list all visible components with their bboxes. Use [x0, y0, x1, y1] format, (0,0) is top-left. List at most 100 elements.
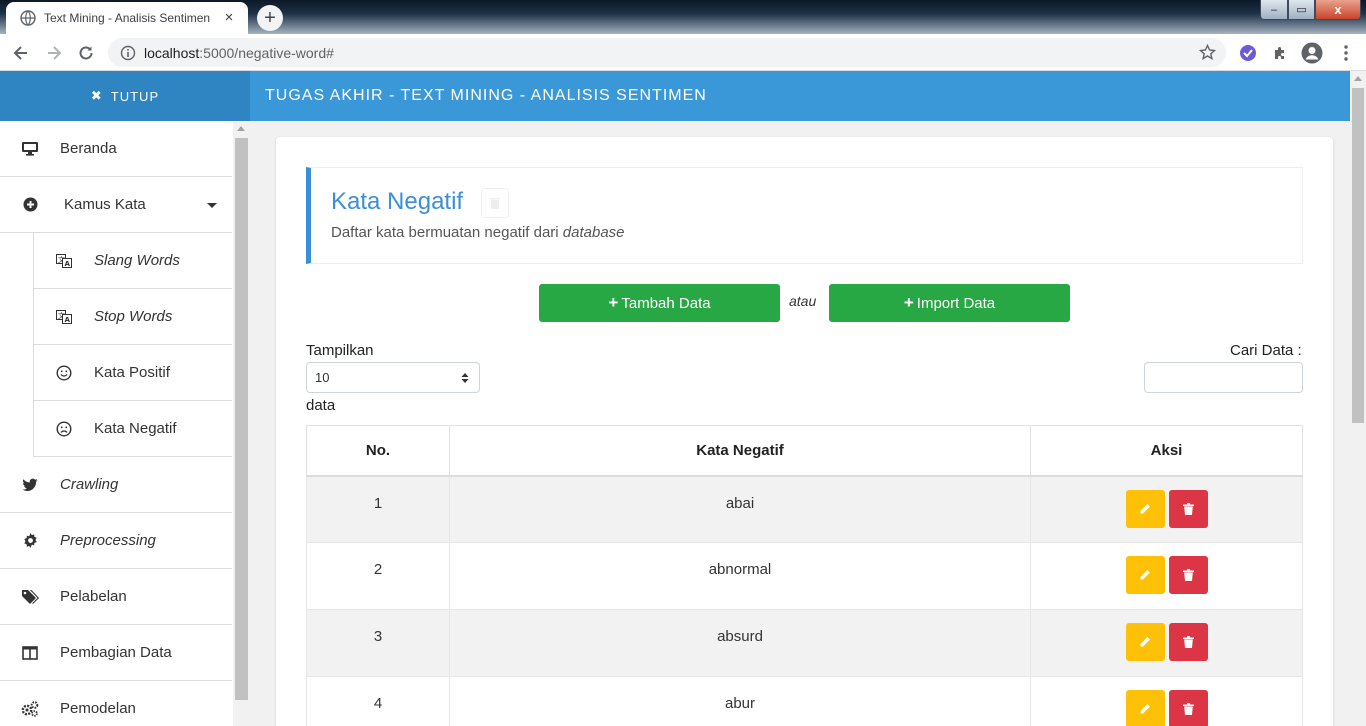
app-header: ✖ TUTUP TUGAS AKHIR - TEXT MINING - ANAL… — [0, 71, 1350, 121]
gear-icon — [20, 531, 40, 551]
scroll-up-icon[interactable] — [1354, 76, 1362, 81]
table-row: 2 abnormal — [306, 542, 1303, 610]
column-header-word[interactable]: Kata Negatif — [449, 425, 1031, 477]
row-actions — [1030, 609, 1303, 677]
columns-icon — [20, 643, 40, 663]
page-title: Kata Negatif — [331, 188, 464, 215]
delete-button[interactable] — [1168, 556, 1208, 594]
entries-select[interactable]: 10 — [306, 362, 480, 393]
sidebar-item-beranda[interactable]: Beranda — [0, 121, 232, 177]
window-minimize-button[interactable]: – — [1260, 0, 1288, 20]
arrow-left-icon — [13, 46, 27, 60]
sidebar-item-label: Kata Positif — [94, 364, 170, 381]
pencil-icon — [1140, 704, 1150, 714]
bookmark-star-icon[interactable] — [1199, 44, 1216, 61]
row-number: 4 — [306, 676, 450, 726]
sidebar-item-kata-positif[interactable]: Kata Positif — [33, 345, 232, 401]
sidebar-item-preprocessing[interactable]: Preprocessing — [0, 513, 232, 569]
twitter-icon — [20, 475, 40, 495]
sidebar-item-label: Pelabelan — [60, 588, 127, 605]
trash-icon — [1182, 703, 1194, 715]
sidebar-item-label: Beranda — [60, 140, 117, 157]
plus-icon: + — [903, 293, 914, 312]
globe-icon — [20, 10, 36, 26]
main-scroll-thumb[interactable] — [1352, 88, 1364, 423]
window-close-button[interactable]: x — [1315, 0, 1361, 20]
or-label: atau — [789, 293, 817, 309]
trash-icon — [1182, 502, 1194, 515]
row-number: 2 — [306, 542, 450, 610]
column-header-no[interactable]: No. — [306, 425, 450, 477]
desktop-icon — [20, 139, 40, 159]
extension-check-icon[interactable] — [1235, 40, 1261, 66]
trash-icon — [481, 188, 509, 218]
edit-button[interactable] — [1125, 489, 1165, 528]
sidebar-scroll-thumb[interactable] — [235, 138, 248, 700]
page-subtitle: Daftar kata bermuatan negatif dari datab… — [331, 224, 625, 241]
sidebar-item-pembagian-data[interactable]: Pembagian Data — [0, 625, 232, 681]
forward-button[interactable] — [41, 40, 67, 66]
menu-dots-icon[interactable] — [1333, 40, 1359, 66]
translate-icon: 文A — [54, 251, 74, 271]
profile-avatar-icon[interactable] — [1299, 40, 1325, 66]
sidebar-item-label: Kamus Kata — [64, 196, 146, 213]
extensions-puzzle-icon[interactable] — [1267, 40, 1293, 66]
edit-button[interactable] — [1125, 556, 1165, 594]
svg-text:A: A — [65, 316, 71, 324]
address-bar[interactable]: localhost:5000/negative-word# — [108, 38, 1226, 67]
close-icon: ✖ — [90, 88, 103, 103]
info-icon[interactable] — [120, 45, 136, 61]
trash-icon — [1182, 636, 1194, 648]
sidebar-item-label: Pembagian Data — [60, 644, 172, 661]
main-scrollbar[interactable] — [1350, 71, 1366, 726]
reload-button[interactable] — [73, 40, 99, 66]
row-actions — [1030, 475, 1303, 543]
delete-button[interactable] — [1168, 489, 1208, 528]
sidebar-item-label: Preprocessing — [60, 532, 156, 549]
sidebar-scrollbar[interactable] — [233, 121, 250, 726]
row-actions — [1030, 676, 1303, 726]
show-entries-label: Tampilkan — [306, 342, 374, 359]
sidebar-item-crawling[interactable]: Crawling — [0, 457, 232, 513]
window-maximize-button[interactable]: ▭ — [1288, 0, 1315, 20]
data-table: No. Kata Negatif Aksi 1 abai 2 abnormal … — [306, 425, 1303, 726]
pencil-icon — [1140, 570, 1150, 580]
tab-close-icon[interactable]: × — [220, 9, 238, 27]
tags-icon — [20, 587, 40, 607]
browser-tab[interactable]: Text Mining - Analisis Sentimen × — [6, 2, 248, 34]
close-sidebar-button[interactable]: ✖ TUTUP — [0, 71, 250, 121]
sidebar-item-slang-words[interactable]: 文A Slang Words — [33, 233, 232, 289]
sidebar-item-label: Stop Words — [94, 308, 173, 325]
reload-icon — [79, 46, 93, 60]
delete-button[interactable] — [1168, 690, 1208, 726]
sidebar-item-kata-negatif[interactable]: Kata Negatif — [33, 401, 232, 457]
edit-button[interactable] — [1125, 623, 1165, 661]
sidebar-item-stop-words[interactable]: 文A Stop Words — [33, 289, 232, 345]
arrow-right-icon — [48, 46, 62, 60]
search-input[interactable] — [1144, 362, 1303, 393]
close-sidebar-label: TUTUP — [110, 88, 160, 104]
sidebar-item-pelabelan[interactable]: Pelabelan — [0, 569, 232, 625]
edit-button[interactable] — [1125, 690, 1165, 726]
scroll-up-icon[interactable] — [237, 126, 245, 131]
import-data-button[interactable]: + Import Data — [829, 284, 1070, 322]
sidebar-item-kamus-kata[interactable]: Kamus Kata — [0, 177, 232, 233]
back-button[interactable] — [8, 40, 34, 66]
sidebar-item-label: Slang Words — [94, 252, 180, 269]
table-row: 3 absurd — [306, 609, 1303, 677]
row-number: 1 — [306, 475, 450, 543]
add-data-button[interactable]: + Tambah Data — [539, 284, 780, 322]
row-word: abnormal — [449, 542, 1031, 610]
row-word: abai — [449, 475, 1031, 543]
plus-icon: + — [608, 293, 619, 312]
trash-icon — [1182, 569, 1194, 581]
new-tab-button[interactable]: + — [257, 5, 283, 31]
app-title: TUGAS AKHIR - TEXT MINING - ANALISIS SEN… — [265, 87, 707, 104]
url-text: localhost:5000/negative-word# — [144, 44, 334, 61]
pencil-icon — [1140, 637, 1150, 647]
row-actions — [1030, 542, 1303, 610]
sidebar-item-pemodelan[interactable]: Pemodelan — [0, 681, 232, 726]
column-header-action: Aksi — [1030, 425, 1303, 477]
caret-down-icon — [207, 203, 217, 208]
delete-button[interactable] — [1168, 623, 1208, 661]
